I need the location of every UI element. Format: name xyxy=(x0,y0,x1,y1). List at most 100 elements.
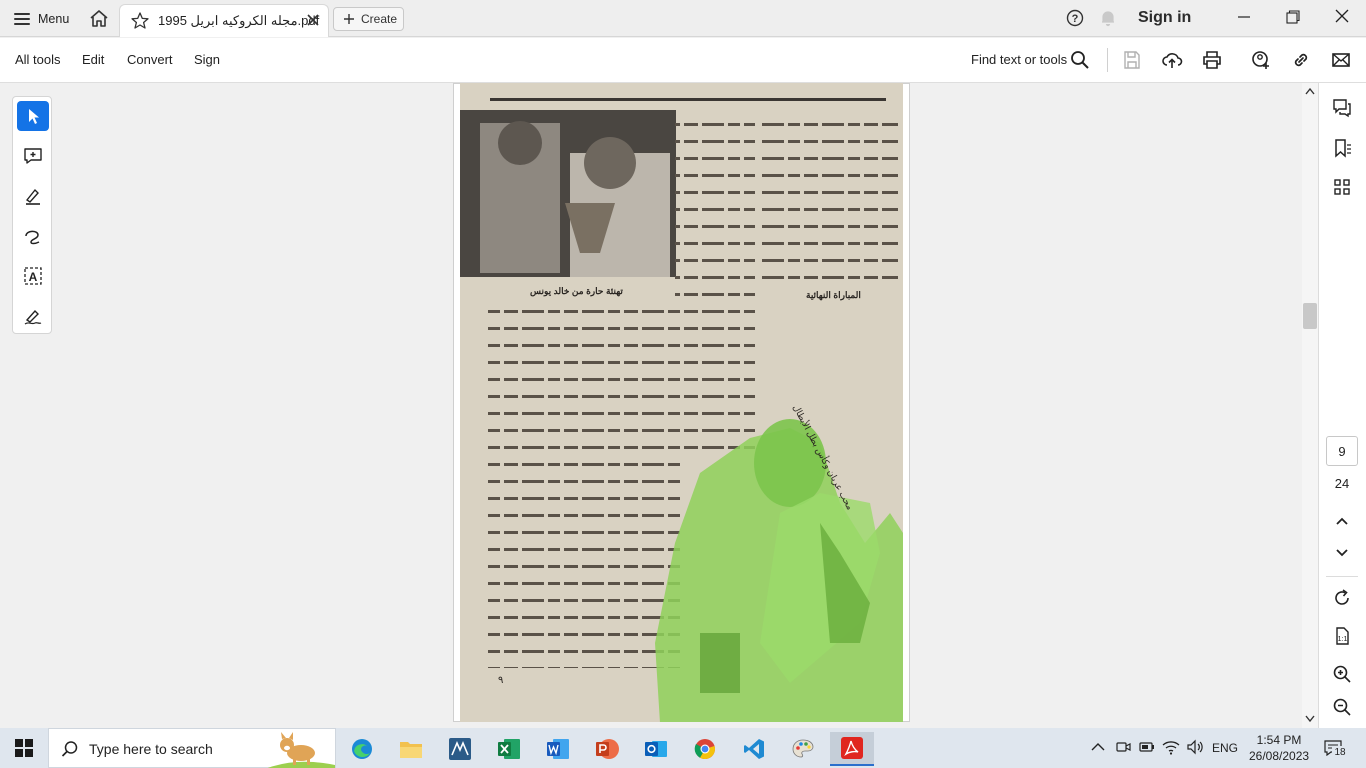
excel-icon xyxy=(498,739,520,759)
taskbar-acrobat[interactable] xyxy=(830,732,874,766)
minimize-icon[interactable] xyxy=(1236,9,1252,25)
acrobat-icon xyxy=(841,737,863,759)
scrollbar-thumb[interactable] xyxy=(1303,303,1317,329)
svg-text:1:1: 1:1 xyxy=(1338,636,1348,643)
rotate-icon[interactable] xyxy=(1331,587,1353,609)
start-button[interactable] xyxy=(0,728,48,768)
paint-palette-icon xyxy=(792,739,814,758)
edge-icon xyxy=(352,739,372,759)
share-user-icon[interactable] xyxy=(1250,49,1272,71)
fit-page-icon[interactable]: 1:1 xyxy=(1331,625,1353,647)
previous-page-icon[interactable] xyxy=(1331,510,1353,532)
add-comment-tool[interactable] xyxy=(17,141,49,171)
close-tab-icon[interactable] xyxy=(306,13,320,27)
page-footer-number: ٩ xyxy=(498,675,504,686)
home-icon[interactable] xyxy=(86,6,112,32)
menu-button[interactable]: Menu xyxy=(8,6,75,32)
menu-label: Menu xyxy=(38,12,70,26)
tray-overflow-chevron-icon[interactable] xyxy=(1091,742,1105,752)
create-button[interactable]: Create xyxy=(333,7,404,31)
notification-bell-icon[interactable] xyxy=(1099,9,1117,27)
search-icon xyxy=(61,741,78,757)
menu-convert[interactable]: Convert xyxy=(127,52,173,67)
star-icon[interactable] xyxy=(130,11,150,31)
taskbar-chrome[interactable] xyxy=(683,732,727,766)
scanned-magazine-page: تهنئة حارة من خالد يونس المباراة النهائي… xyxy=(460,83,903,722)
vertical-scrollbar[interactable] xyxy=(1302,83,1318,728)
taskbar-excel[interactable] xyxy=(487,732,531,766)
search-icon[interactable] xyxy=(1069,49,1091,71)
vscode-icon xyxy=(744,739,764,759)
menu-all-tools[interactable]: All tools xyxy=(15,52,61,67)
link-icon[interactable] xyxy=(1290,49,1312,71)
email-icon[interactable] xyxy=(1330,49,1352,71)
bookmark-icon[interactable] xyxy=(1331,137,1353,159)
wifi-icon[interactable] xyxy=(1162,739,1180,755)
create-label: Create xyxy=(361,12,398,26)
taskbar-vpn[interactable] xyxy=(438,732,482,766)
windows-taskbar: Type here to search ENG 1:54 PM 26/08/20… xyxy=(0,728,1366,768)
fill-sign-tool[interactable] xyxy=(17,301,49,331)
menu-sign[interactable]: Sign xyxy=(194,52,220,67)
current-page-input[interactable]: 9 xyxy=(1326,436,1358,466)
clock-date: 26/08/2023 xyxy=(1249,749,1310,763)
taskbar-file-explorer[interactable] xyxy=(389,732,433,766)
save-icon[interactable] xyxy=(1121,49,1143,71)
thumbnails-grid-icon[interactable] xyxy=(1331,176,1353,198)
print-icon[interactable] xyxy=(1201,49,1223,71)
taskbar-outlook[interactable] xyxy=(634,732,678,766)
menu-edit[interactable]: Edit xyxy=(82,52,104,67)
clock-time: 1:54 PM xyxy=(1256,733,1302,747)
signature-pen-icon xyxy=(24,309,42,325)
taskbar-powerpoint[interactable] xyxy=(585,732,629,766)
close-window-icon[interactable] xyxy=(1334,8,1350,24)
zoom-out-icon[interactable] xyxy=(1331,696,1353,718)
vpn-app-icon xyxy=(449,738,471,760)
next-page-icon[interactable] xyxy=(1331,541,1353,563)
section-heading: المباراة النهائية xyxy=(806,290,861,300)
right-rail-divider xyxy=(1326,576,1358,577)
photo-caption: تهنئة حارة من خالد يونس xyxy=(530,286,623,296)
input-language[interactable]: ENG xyxy=(1212,741,1238,755)
windows-logo-icon xyxy=(15,739,33,757)
help-icon[interactable]: ? xyxy=(1066,9,1084,27)
document-tab[interactable]: مجله الكروكيه ابريل 1995.pdf xyxy=(119,4,329,37)
meet-now-icon[interactable] xyxy=(1115,739,1131,755)
chrome-icon xyxy=(694,739,715,760)
tool-palette: A xyxy=(12,96,52,334)
taskbar-vscode[interactable] xyxy=(732,732,776,766)
battery-icon[interactable] xyxy=(1139,739,1155,755)
comment-plus-icon xyxy=(24,148,42,164)
upload-cloud-icon[interactable] xyxy=(1161,49,1183,71)
taskbar-search-box[interactable]: Type here to search xyxy=(48,728,336,768)
volume-icon[interactable] xyxy=(1186,739,1204,755)
folder-icon xyxy=(400,742,422,758)
restore-icon[interactable] xyxy=(1285,9,1301,25)
word-icon xyxy=(547,739,569,759)
highlight-tool[interactable] xyxy=(17,181,49,211)
notification-center-button[interactable]: 18 xyxy=(1318,736,1358,762)
toolbar-divider xyxy=(1107,48,1108,72)
draw-tool[interactable] xyxy=(17,221,49,251)
comments-icon[interactable] xyxy=(1331,97,1353,119)
highlighter-icon xyxy=(25,188,40,205)
find-text-or-tools[interactable]: Find text or tools xyxy=(971,52,1067,67)
select-tool[interactable] xyxy=(17,101,49,131)
menu-bar: All tools Edit Convert Sign Find text or… xyxy=(0,38,1366,83)
scroll-up-arrow-icon[interactable] xyxy=(1305,87,1315,95)
taskbar-word[interactable] xyxy=(536,732,580,766)
text-recognition-tool[interactable]: A xyxy=(17,261,49,291)
svg-text:?: ? xyxy=(1072,13,1079,25)
svg-text:A: A xyxy=(29,270,38,284)
sign-in-button[interactable]: Sign in xyxy=(1138,9,1191,27)
zoom-in-icon[interactable] xyxy=(1331,663,1353,685)
freehand-draw-icon xyxy=(25,230,40,245)
powerpoint-icon xyxy=(596,739,619,759)
clock[interactable]: 1:54 PM 26/08/2023 xyxy=(1249,732,1309,764)
taskbar-paint[interactable] xyxy=(781,732,825,766)
scroll-down-arrow-icon[interactable] xyxy=(1305,715,1315,723)
search-placeholder: Type here to search xyxy=(89,741,213,757)
taskbar-edge[interactable] xyxy=(340,732,384,766)
cursor-arrow-icon xyxy=(29,109,39,124)
tab-title: مجله الكروكيه ابريل 1995.pdf xyxy=(158,13,320,28)
